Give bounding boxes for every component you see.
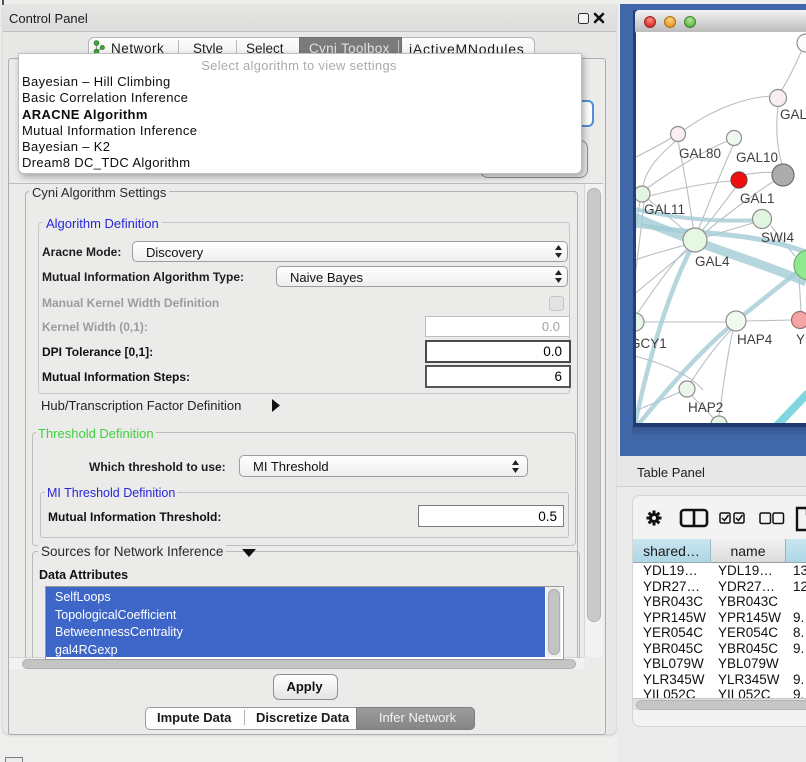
svg-text:HAP2: HAP2 (688, 400, 723, 415)
svg-text:GAL11: GAL11 (644, 202, 685, 217)
svg-text:GCY1: GCY1 (636, 336, 667, 351)
svg-text:GAL10: GAL10 (736, 150, 778, 165)
svg-text:GAL1: GAL1 (740, 191, 775, 206)
svg-text:SWI4: SWI4 (761, 230, 794, 245)
svg-text:GAL4: GAL4 (695, 254, 730, 269)
svg-text:GAL: GAL (780, 107, 806, 122)
svg-text:HAP4: HAP4 (737, 332, 773, 347)
svg-text:GAL80: GAL80 (679, 146, 721, 161)
svg-text:Y: Y (796, 332, 805, 347)
